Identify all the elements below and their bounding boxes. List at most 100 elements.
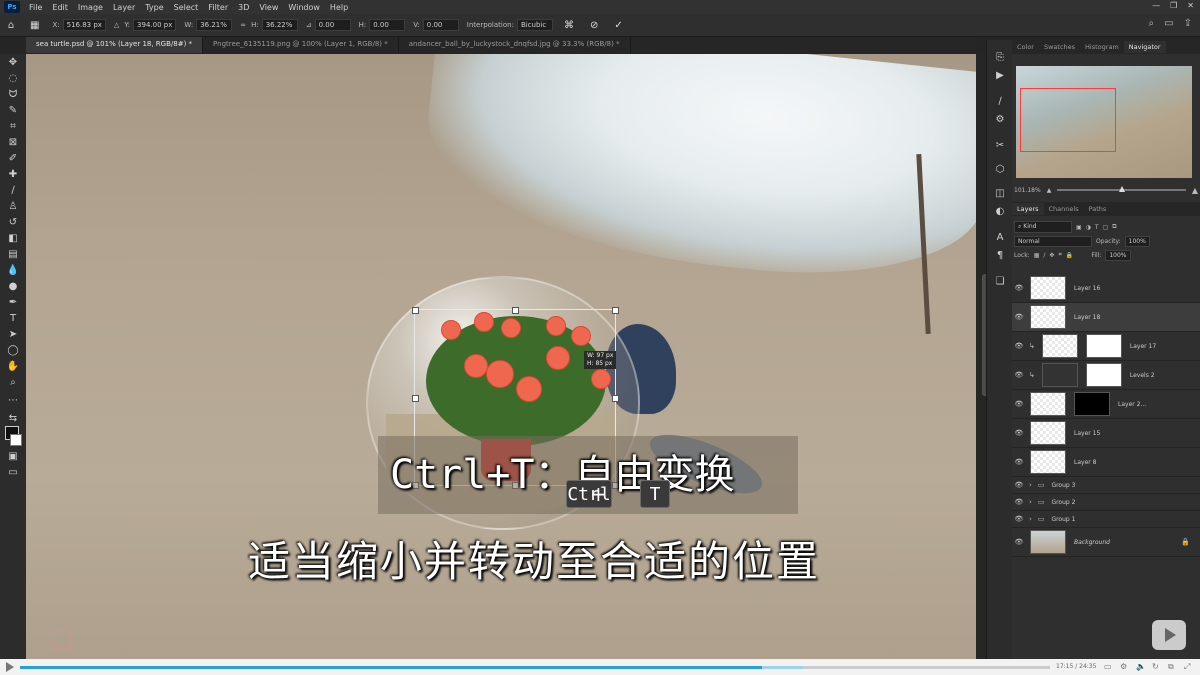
dodge-tool-icon[interactable]: ● <box>5 280 21 293</box>
layers-stack-icon[interactable]: ❏ <box>993 276 1007 288</box>
commit-transform-icon[interactable]: ✓ <box>614 20 622 31</box>
navigator-preview[interactable] <box>1016 66 1192 178</box>
background-color-swatch[interactable] <box>10 434 22 446</box>
quick-select-tool-icon[interactable]: ✎ <box>5 104 21 117</box>
tab-paths[interactable]: Paths <box>1084 203 1112 215</box>
visibility-eye-icon[interactable]: 👁 <box>1012 313 1026 321</box>
blur-tool-icon[interactable]: 💧 <box>5 264 21 277</box>
brush-settings-icon[interactable]: ∕ <box>993 96 1007 108</box>
cancel-transform-icon[interactable]: ⊘ <box>590 20 598 31</box>
reference-point-icon[interactable]: ▦ <box>30 20 39 31</box>
minimize-icon[interactable]: — <box>1152 1 1160 10</box>
zoom-tool-icon[interactable]: ⌕ <box>5 376 21 389</box>
transform-handle-l[interactable] <box>412 395 419 402</box>
hand-tool-icon[interactable]: ✋ <box>5 360 21 373</box>
layer-row-levels-2[interactable]: 👁 ↳ Levels 2 <box>1012 361 1200 390</box>
screen-mode-icon[interactable]: ▭ <box>5 466 21 479</box>
visibility-eye-icon[interactable]: 👁 <box>1012 515 1026 523</box>
layer-row-layer-2[interactable]: 👁 Layer 2... <box>1012 390 1200 419</box>
lock-all-icon[interactable]: 🔒 <box>1066 252 1073 259</box>
blend-mode-select[interactable]: Normal <box>1014 235 1092 247</box>
layer-row-group-2[interactable]: 👁 › ▭ Group 2 <box>1012 494 1200 511</box>
interpolation-select[interactable]: Bicubic <box>516 19 553 31</box>
workspace-icon[interactable]: ▭ <box>1164 18 1173 29</box>
gradient-tool-icon[interactable]: ▤ <box>5 248 21 261</box>
eyedropper-tool-icon[interactable]: ✐ <box>5 152 21 165</box>
more-tools-icon[interactable]: ⋯ <box>5 394 21 407</box>
width-field[interactable]: 36.21% <box>196 19 233 31</box>
lasso-tool-icon[interactable]: ᗢ <box>5 88 21 101</box>
tab-andancer-ball[interactable]: andancer_ball_by_luckystock_dnqfsd.jpg @… <box>399 37 631 53</box>
video-play-overlay-icon[interactable] <box>1152 620 1186 650</box>
expand-chevron-icon[interactable]: › <box>1029 498 1032 506</box>
tab-layers[interactable]: Layers <box>1012 203 1044 215</box>
tab-navigator[interactable]: Navigator <box>1123 41 1166 53</box>
lock-position-icon[interactable]: ✥ <box>1049 252 1054 259</box>
menu-select[interactable]: Select <box>169 3 204 12</box>
search-icon[interactable]: ⌕ <box>1149 18 1155 29</box>
stamp-tool-icon[interactable]: ♙ <box>5 200 21 213</box>
lock-pixels-icon[interactable]: ▦ <box>1034 252 1040 259</box>
tool-presets-icon[interactable]: ✂ <box>993 140 1007 152</box>
filter-type-icon[interactable]: T <box>1095 224 1099 231</box>
zoom-out-icon[interactable]: ▲ <box>1047 187 1052 194</box>
layer-mask-thumbnail[interactable] <box>1085 334 1122 358</box>
menu-filter[interactable]: Filter <box>203 3 233 12</box>
transform-handle-r[interactable] <box>612 395 619 402</box>
video-progress-track[interactable] <box>20 666 1050 669</box>
loop-icon[interactable]: ↻ <box>1152 662 1159 671</box>
skew-h-field[interactable]: 0.00 <box>369 19 406 31</box>
tab-channels[interactable]: Channels <box>1044 203 1084 215</box>
tab-swatches[interactable]: Swatches <box>1039 41 1080 53</box>
lock-artboard-icon[interactable]: ⌗ <box>1058 251 1061 259</box>
visibility-eye-icon[interactable]: 👁 <box>1012 538 1026 546</box>
quick-mask-icon[interactable]: ▣ <box>5 450 21 463</box>
tab-histogram[interactable]: Histogram <box>1080 41 1124 53</box>
swap-colors-icon[interactable]: ⇆ <box>5 412 21 425</box>
layer-row-group-1[interactable]: 👁 › ▭ Group 1 <box>1012 511 1200 528</box>
filter-adjust-icon[interactable]: ◑ <box>1086 224 1091 231</box>
warp-icon[interactable]: ⌘ <box>564 20 574 31</box>
adjustments-icon[interactable]: ⚙ <box>993 114 1007 126</box>
pen-tool-icon[interactable]: ✒ <box>5 296 21 309</box>
menu-help[interactable]: Help <box>325 3 353 12</box>
visibility-eye-icon[interactable]: 👁 <box>1012 458 1026 466</box>
layer-row-layer-17[interactable]: 👁 ↳ Layer 17 <box>1012 332 1200 361</box>
history-brush-tool-icon[interactable]: ↺ <box>5 216 21 229</box>
y-field[interactable]: 394.00 px <box>133 19 177 31</box>
tab-color[interactable]: Color <box>1012 41 1039 53</box>
navigator-zoom-value[interactable]: 101.18% <box>1014 187 1041 194</box>
visibility-eye-icon[interactable]: 👁 <box>1012 498 1026 506</box>
zoom-in-icon[interactable]: ▲ <box>1192 186 1198 195</box>
close-icon[interactable]: ✕ <box>1187 1 1194 10</box>
home-icon[interactable]: ⌂ <box>0 20 22 31</box>
visibility-eye-icon[interactable]: 👁 <box>1012 429 1026 437</box>
share-icon[interactable]: ⇪ <box>1184 18 1192 29</box>
shape-tool-icon[interactable]: ◯ <box>5 344 21 357</box>
path-select-tool-icon[interactable]: ➤ <box>5 328 21 341</box>
visibility-eye-icon[interactable]: 👁 <box>1012 481 1026 489</box>
skew-v-field[interactable]: 0.00 <box>422 19 459 31</box>
opacity-field[interactable]: 100% <box>1124 235 1150 247</box>
layer-row-layer-16[interactable]: 👁 Layer 16 <box>1012 274 1200 303</box>
expand-chevron-icon[interactable]: › <box>1029 481 1032 489</box>
move-tool-icon[interactable]: ✥ <box>5 56 21 69</box>
actions-play-icon[interactable]: ▶ <box>993 70 1007 82</box>
filter-smart-icon[interactable]: ⧉ <box>1112 223 1116 231</box>
fill-field[interactable]: 100% <box>1105 249 1131 261</box>
x-field[interactable]: 516.83 px <box>62 19 106 31</box>
menu-3d[interactable]: 3D <box>233 3 254 12</box>
layer-filter-kind[interactable]: ⌕ Kind <box>1014 221 1072 233</box>
styles-icon[interactable]: ◐ <box>993 206 1007 218</box>
history-icon[interactable]: ⎘ <box>993 52 1007 64</box>
character-icon[interactable]: A <box>993 232 1007 244</box>
menu-view[interactable]: View <box>254 3 283 12</box>
menu-layer[interactable]: Layer <box>108 3 140 12</box>
menu-type[interactable]: Type <box>140 3 168 12</box>
visibility-eye-icon[interactable]: 👁 <box>1012 284 1026 292</box>
lock-paint-icon[interactable]: ∕ <box>1043 252 1045 259</box>
visibility-eye-icon[interactable]: 👁 <box>1012 371 1026 379</box>
marquee-tool-icon[interactable]: ◌ <box>5 72 21 85</box>
tab-sea-turtle[interactable]: sea turtle.psd @ 101% (Layer 18, RGB/8#)… <box>26 37 204 53</box>
transform-handle-t[interactable] <box>512 307 519 314</box>
